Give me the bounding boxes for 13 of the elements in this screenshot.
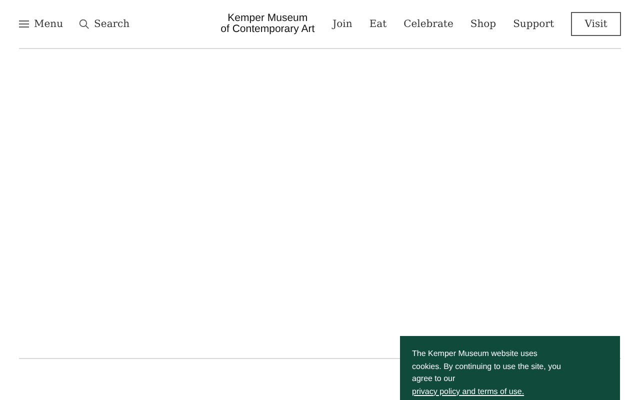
nav-link[interactable]: Support xyxy=(513,18,554,30)
search-button[interactable]: Search xyxy=(79,18,130,30)
search-icon xyxy=(79,19,90,29)
nav-link[interactable]: Shop xyxy=(470,18,496,30)
nav-link[interactable]: Join xyxy=(332,18,352,30)
museum-logo[interactable]: Kemper Museum of Contemporary Art xyxy=(220,13,315,35)
nav-link[interactable]: Celebrate xyxy=(404,18,454,30)
privacy-link[interactable]: privacy policy and terms of use. xyxy=(412,386,524,396)
menu-icon xyxy=(19,20,29,28)
cookie-notice: The Kemper Museum website uses cookies. By continuing to use the site, you agree to our privacy policy and terms of use. xyxy=(412,348,562,398)
nav-link[interactable]: Eat xyxy=(369,18,387,30)
visit-button[interactable]: Visit xyxy=(571,12,621,36)
menu-button[interactable]: Menu xyxy=(19,18,64,30)
